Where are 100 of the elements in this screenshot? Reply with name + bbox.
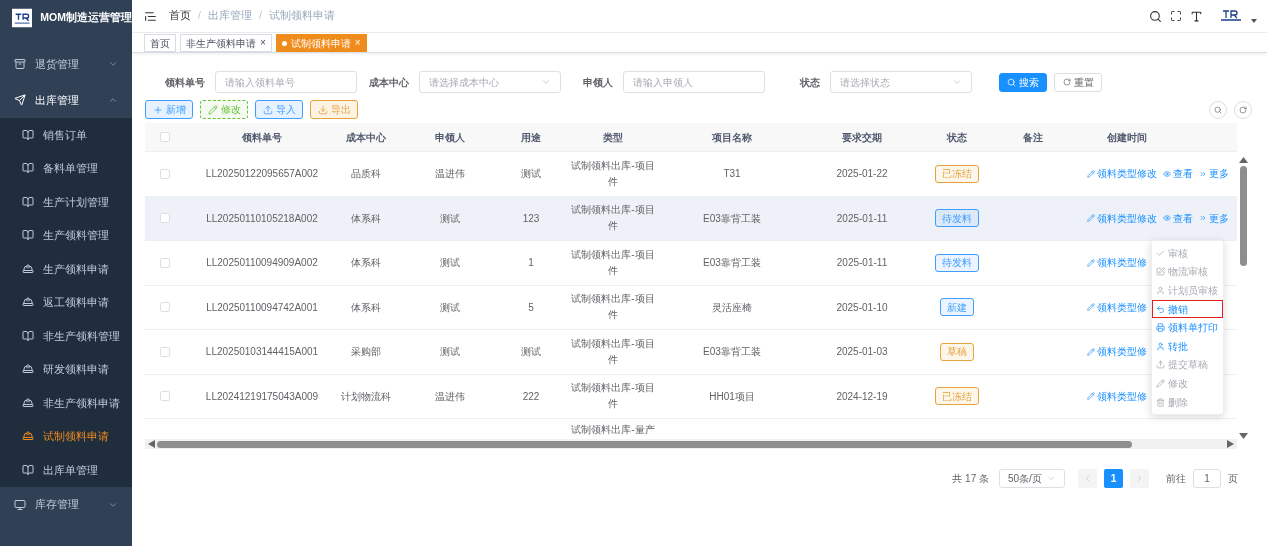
edit-type-link[interactable]: 领料类型修 <box>1087 388 1147 404</box>
scroll-left-icon[interactable] <box>148 440 155 448</box>
edit-type-link[interactable]: 领料类型修 <box>1087 255 1147 271</box>
edit-type-link[interactable]: 领料类型修 <box>1087 299 1147 315</box>
edit-type-link[interactable]: 领料类型修改 <box>1087 166 1157 182</box>
toolbar-button[interactable]: 新增 <box>145 100 193 119</box>
book-icon <box>22 162 34 175</box>
view-link[interactable]: 查看 <box>1163 166 1193 182</box>
table-cell-text: LL20250110094909A002 <box>206 256 318 271</box>
select-field[interactable]: 请选择成本中心 <box>419 71 561 93</box>
scroll-right-icon[interactable] <box>1227 440 1234 448</box>
edit-type-link[interactable]: 领料类型修 <box>1087 344 1147 360</box>
table-cell-text: 品质科 <box>351 167 381 182</box>
pencil-icon <box>1087 303 1095 312</box>
status-badge: 已冻结 <box>935 164 979 183</box>
plus-icon <box>152 104 163 115</box>
column-header: 创建时间 <box>1107 130 1147 145</box>
row-checkbox[interactable] <box>160 346 170 357</box>
breadcrumb-separator: / <box>258 8 262 24</box>
row-checkbox[interactable] <box>160 302 170 313</box>
page-size-select[interactable]: 50条/页 <box>999 469 1065 488</box>
logo <box>12 8 33 28</box>
table-cell-text: LL20250110094742A001 <box>206 300 318 315</box>
table-cell-text: 测试 <box>440 300 460 315</box>
breadcrumb-item[interactable]: 出库管理 <box>207 8 252 24</box>
search-icon[interactable] <box>1149 9 1162 23</box>
sidebar-item[interactable]: 研发领料申请 <box>0 352 132 386</box>
sidebar-item[interactable]: 非生产领料申请 <box>0 386 132 420</box>
search-button[interactable]: 搜索 <box>999 72 1047 92</box>
table-cell-text: E03靠背工装 <box>703 345 761 360</box>
table-cell-text: LL20250103144415A001 <box>205 345 319 360</box>
status-badge: 待发料 <box>935 253 979 272</box>
page-tab[interactable]: 首页 <box>144 34 176 52</box>
menu-item[interactable]: 转批 <box>1152 336 1223 356</box>
table-cell-text: 2025-01-22 <box>836 167 888 182</box>
paper-plane-icon <box>14 94 26 106</box>
sidebar-item[interactable]: 生产领料管理 <box>0 218 132 252</box>
input-field[interactable]: 请输入领料单号 <box>215 71 357 93</box>
sidebar-item[interactable]: 备料单管理 <box>0 151 132 185</box>
menu-icon[interactable] <box>144 9 157 23</box>
horizontal-scrollbar[interactable] <box>157 440 1132 448</box>
select-field[interactable]: 请选择状态 <box>830 71 972 93</box>
helmet-icon <box>22 296 34 309</box>
row-checkbox[interactable] <box>160 213 170 224</box>
breadcrumb-item[interactable]: 首页 <box>169 8 191 24</box>
fullscreen-icon[interactable] <box>1170 10 1182 22</box>
table-cell-text: T31 <box>723 167 741 182</box>
view-link[interactable]: 查看 <box>1163 210 1193 226</box>
upload-icon <box>1156 360 1165 370</box>
filter-label: 领料单号 <box>165 75 205 90</box>
edit-type-link[interactable]: 领料类型修改 <box>1087 210 1157 226</box>
sidebar-item[interactable]: 出库单管理 <box>0 453 132 487</box>
table-cell-text: 采购部 <box>351 345 381 360</box>
page-tab[interactable]: 试制领料申请 × <box>275 34 367 52</box>
status-badge: 新建 <box>940 298 974 317</box>
sidebar-item[interactable]: 试制领料申请 <box>0 419 132 453</box>
row-checkbox[interactable] <box>160 257 170 268</box>
vertical-scrollbar[interactable] <box>1240 166 1247 266</box>
menu-item[interactable]: 撤销 <box>1152 299 1223 319</box>
more-link[interactable]: 更多 <box>1199 210 1229 226</box>
table-cell-text: 灵活座椅 <box>712 300 752 315</box>
caret-icon[interactable] <box>1251 19 1257 23</box>
sidebar-item[interactable]: 生产计划管理 <box>0 185 132 219</box>
table-cell-text: E03靠背工装 <box>703 256 761 271</box>
avatar-logo[interactable] <box>1219 9 1243 23</box>
close-icon[interactable]: × <box>260 38 266 48</box>
chevron-up-icon <box>108 95 118 105</box>
input-field[interactable]: 请输入申领人 <box>623 71 765 93</box>
sidebar-item[interactable]: 非生产领料管理 <box>0 319 132 353</box>
filter-label: 状态 <box>800 75 820 90</box>
refresh-icon <box>1239 105 1247 114</box>
helmet-icon <box>22 396 34 409</box>
reset-button[interactable]: 重置 <box>1054 72 1102 92</box>
scroll-down-icon[interactable] <box>1239 433 1248 439</box>
goto-page-field[interactable]: 1 <box>1193 469 1221 488</box>
table-cell-text: 测试 <box>440 345 460 360</box>
chevron-down-icon <box>952 77 962 87</box>
table-cell-text: 测试 <box>440 256 460 271</box>
page-button[interactable]: 1 <box>1104 469 1123 488</box>
menu-item[interactable]: 领料单打印 <box>1152 318 1223 337</box>
sidebar-item[interactable]: 销售订单 <box>0 118 132 152</box>
sidebar-item[interactable]: 生产领料申请 <box>0 252 132 286</box>
font-size-icon[interactable] <box>1190 9 1203 23</box>
table-cell-text: 123 <box>522 211 540 226</box>
user-icon <box>1156 341 1165 351</box>
scroll-up-icon[interactable] <box>1239 157 1248 163</box>
page-tab[interactable]: 非生产领料申请 × <box>180 34 272 52</box>
chevron-left-icon <box>1083 474 1092 483</box>
toolbar-button[interactable]: 导入 <box>255 100 303 119</box>
row-checkbox[interactable] <box>160 168 170 179</box>
close-icon[interactable]: × <box>354 38 361 48</box>
toolbar-button[interactable]: 导出 <box>310 100 358 119</box>
column-header: 备注 <box>1023 130 1043 145</box>
more-link[interactable]: 更多 <box>1199 166 1229 182</box>
row-checkbox[interactable] <box>160 391 170 402</box>
book-icon <box>22 329 34 342</box>
header-checkbox[interactable] <box>160 132 170 142</box>
sidebar-item[interactable]: 返工领料申请 <box>0 285 132 319</box>
column-header: 状态 <box>947 130 967 145</box>
table-cell-text: 2024-12-19 <box>836 389 888 404</box>
